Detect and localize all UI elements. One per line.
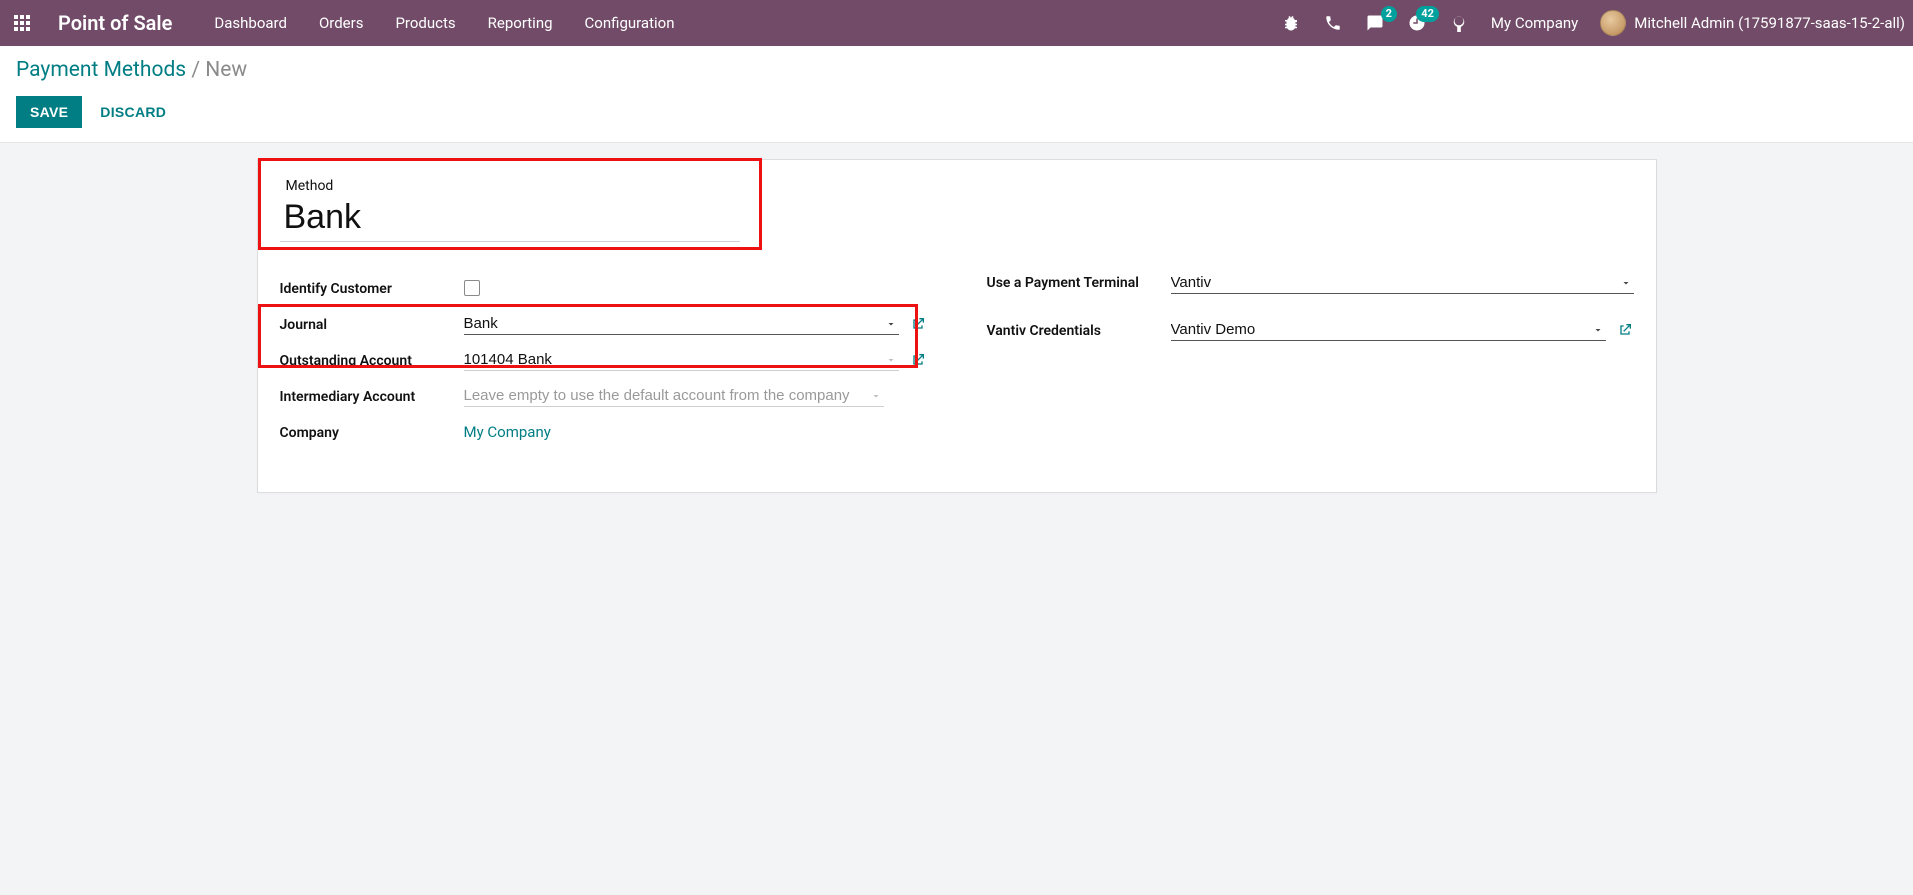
method-input[interactable] [280, 198, 740, 242]
nav-links: Dashboard Orders Products Reporting Conf… [214, 14, 674, 32]
breadcrumb-parent[interactable]: Payment Methods [16, 58, 186, 82]
activities-icon[interactable]: 42 [1407, 13, 1427, 33]
breadcrumb-current: New [205, 58, 247, 82]
nav-link-products[interactable]: Products [395, 14, 455, 32]
outstanding-account-input[interactable] [464, 351, 884, 368]
external-link-icon[interactable] [1616, 321, 1634, 339]
use-terminal-label: Use a Payment Terminal [987, 272, 1171, 292]
discard-button[interactable]: DISCARD [100, 104, 166, 120]
vantiv-credentials-label: Vantiv Credentials [987, 321, 1171, 339]
nav-link-dashboard[interactable]: Dashboard [214, 14, 287, 32]
messages-badge: 2 [1381, 6, 1397, 22]
user-name: Mitchell Admin (17591877-saas-15-2-all) [1634, 14, 1905, 32]
external-link-icon[interactable] [909, 351, 927, 369]
control-bar: Payment Methods / New SAVE DISCARD [0, 46, 1913, 143]
vantiv-credentials-input[interactable] [1171, 321, 1591, 338]
top-navbar: Point of Sale Dashboard Orders Products … [0, 0, 1913, 46]
apps-icon[interactable] [14, 15, 30, 31]
company-value[interactable]: My Company [464, 423, 551, 441]
method-label: Method [280, 178, 770, 194]
nav-link-reporting[interactable]: Reporting [488, 14, 553, 32]
identify-customer-label: Identify Customer [280, 279, 464, 297]
caret-down-icon[interactable] [883, 352, 898, 368]
app-brand[interactable]: Point of Sale [58, 11, 172, 35]
phone-icon[interactable] [1323, 13, 1343, 33]
company-switcher[interactable]: My Company [1491, 14, 1578, 32]
use-terminal-input[interactable] [1171, 274, 1619, 291]
tools-icon[interactable] [1449, 13, 1469, 33]
identify-customer-checkbox[interactable] [464, 280, 480, 296]
nav-link-orders[interactable]: Orders [319, 14, 364, 32]
form-sheet: Method Identify Customer Journal [257, 159, 1657, 493]
nav-link-configuration[interactable]: Configuration [585, 14, 675, 32]
messages-icon[interactable]: 2 [1365, 13, 1385, 33]
journal-label: Journal [280, 315, 464, 333]
external-link-icon[interactable] [909, 315, 927, 333]
outstanding-account-label: Outstanding Account [280, 351, 464, 369]
intermediary-account-input[interactable] [464, 387, 869, 404]
caret-down-icon[interactable] [1590, 322, 1605, 338]
company-label: Company [280, 423, 464, 441]
caret-down-icon[interactable] [1618, 275, 1633, 291]
breadcrumb: Payment Methods / New [16, 58, 1897, 82]
intermediary-account-label: Intermediary Account [280, 387, 464, 405]
caret-down-icon[interactable] [868, 388, 883, 404]
breadcrumb-sep: / [186, 58, 205, 82]
caret-down-icon[interactable] [883, 316, 898, 332]
journal-input[interactable] [464, 315, 884, 332]
user-menu[interactable]: Mitchell Admin (17591877-saas-15-2-all) [1600, 10, 1905, 36]
bug-icon[interactable] [1281, 13, 1301, 33]
save-button[interactable]: SAVE [16, 96, 82, 128]
avatar [1600, 10, 1626, 36]
activities-badge: 42 [1416, 6, 1439, 22]
